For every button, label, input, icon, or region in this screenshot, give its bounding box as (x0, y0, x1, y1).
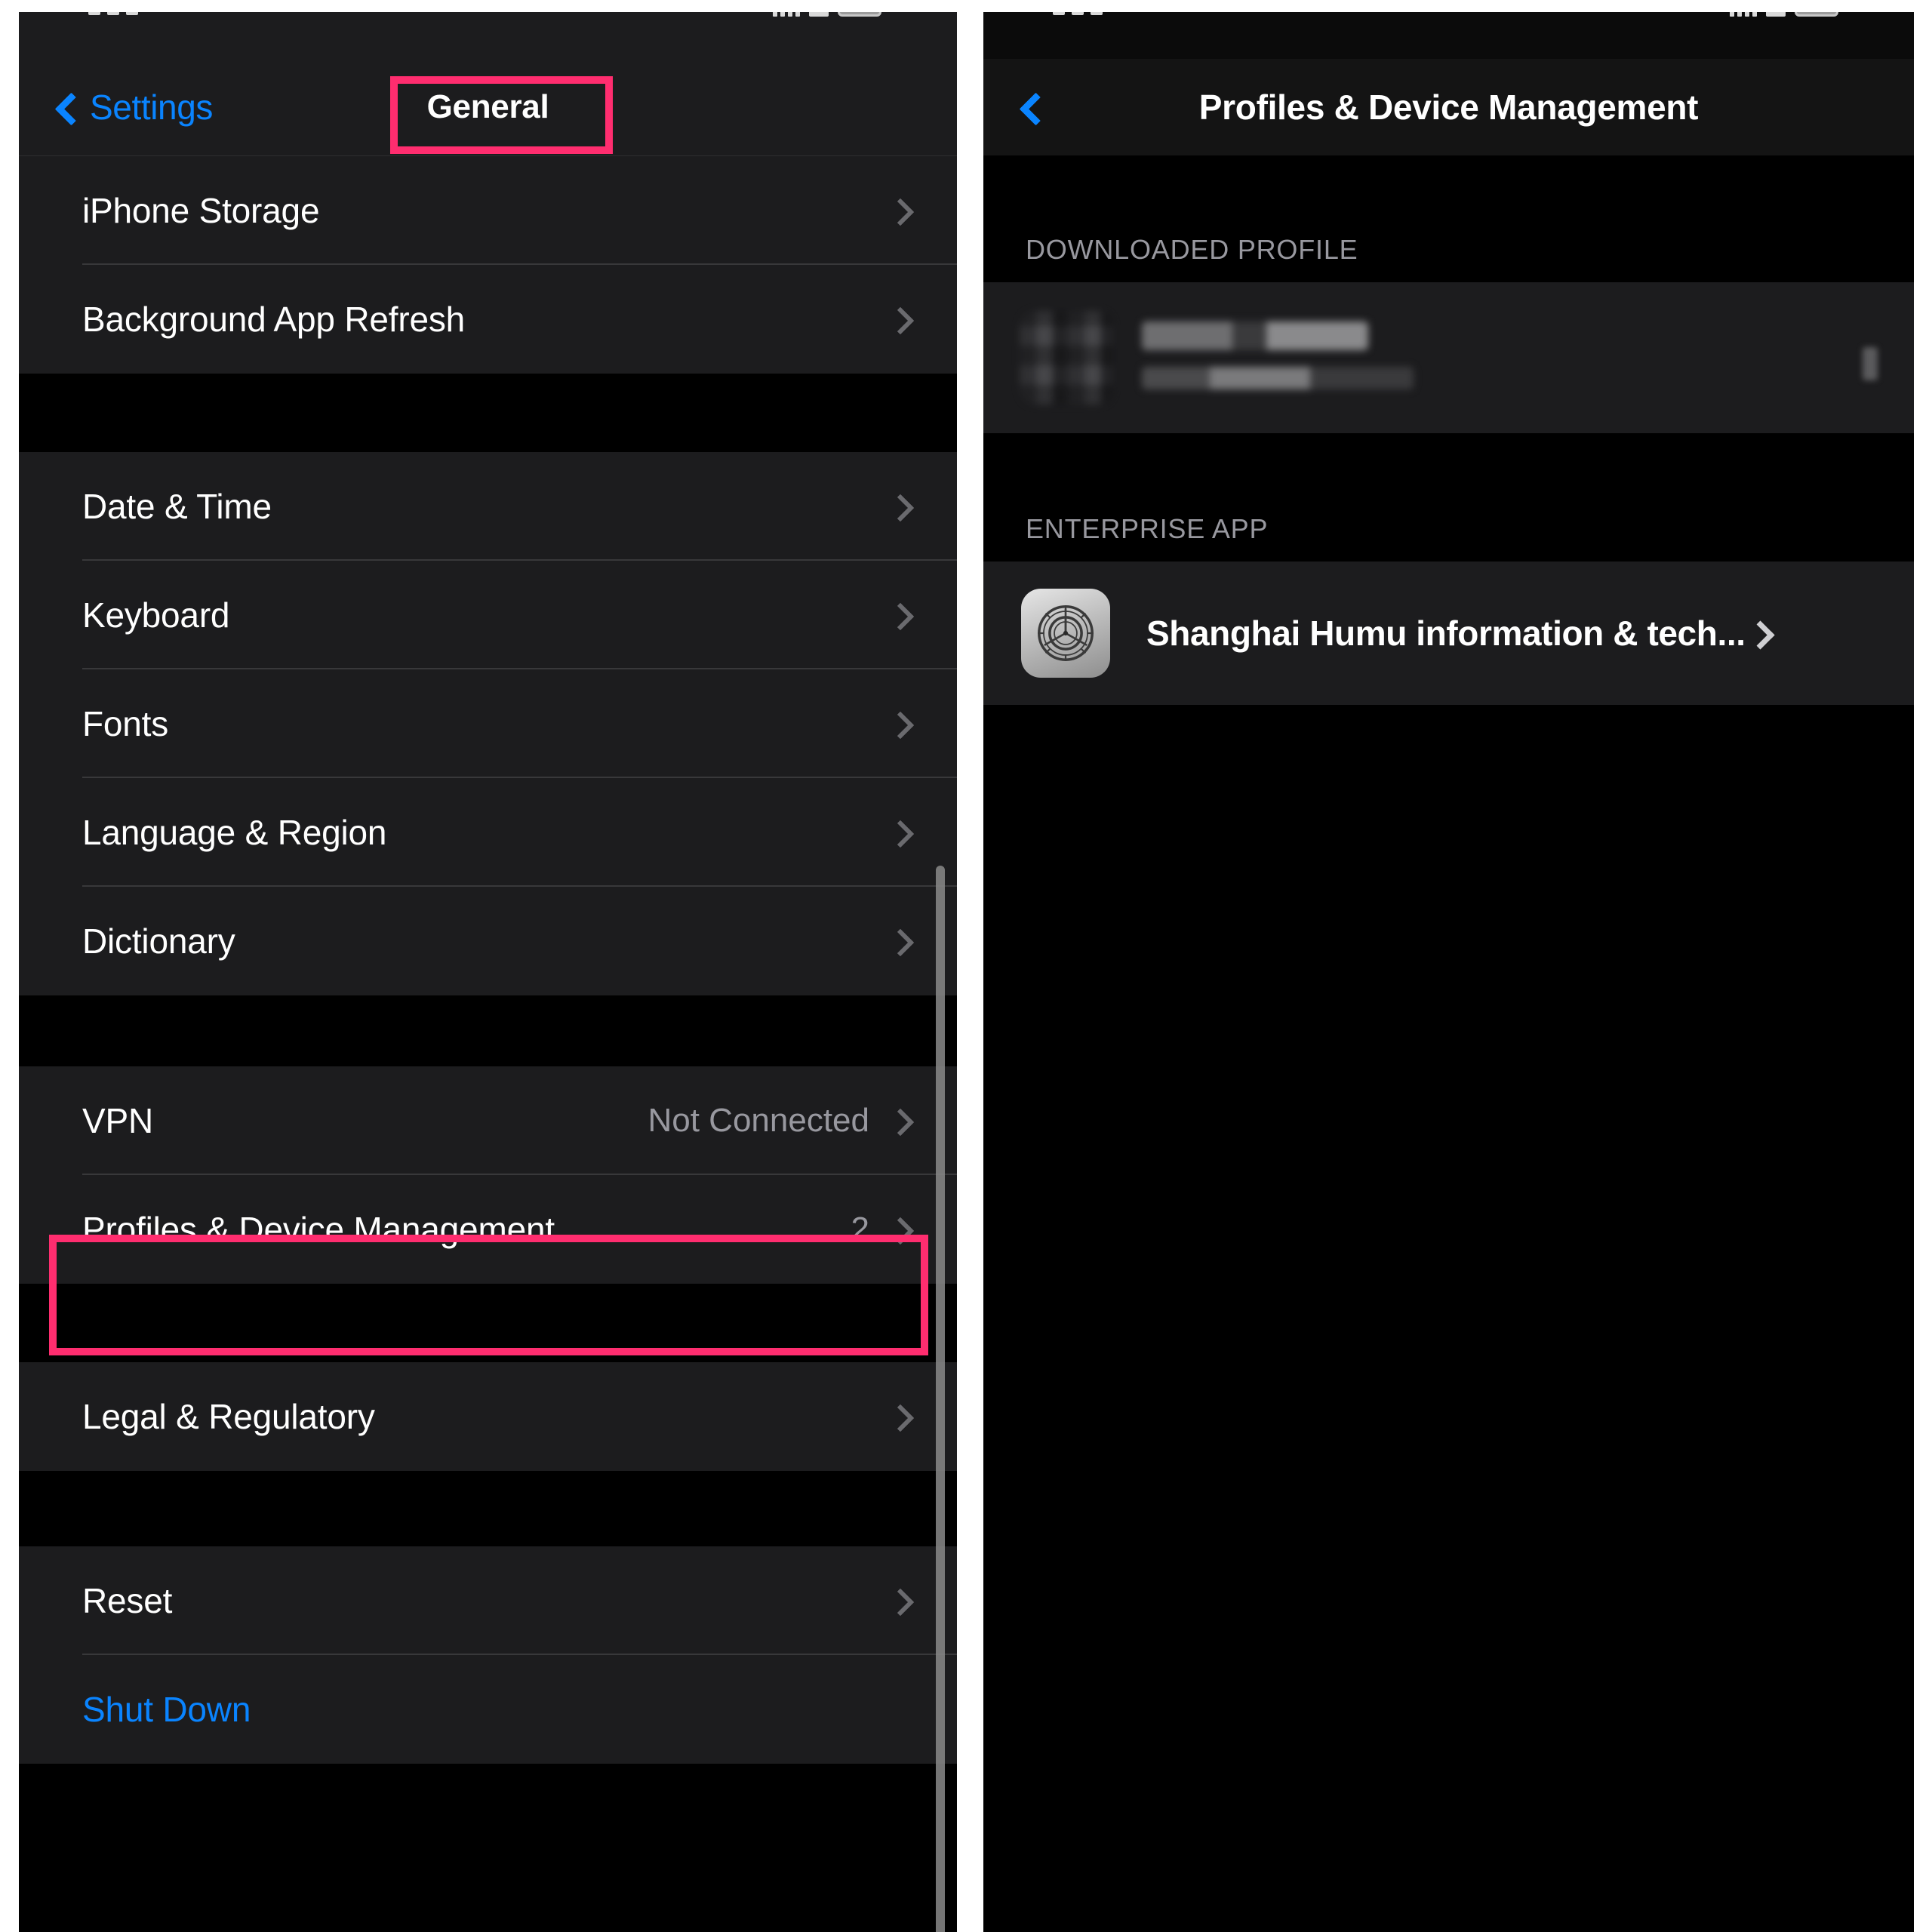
settings-group-reset: Reset Shut Down (19, 1546, 957, 1764)
chevron-right-icon (1863, 347, 1878, 380)
chevron-right-icon (889, 1591, 909, 1611)
battery-icon (838, 12, 881, 17)
vertical-scrollbar[interactable] (936, 866, 945, 1932)
row-label: Shut Down (82, 1690, 251, 1729)
chevron-right-icon (889, 823, 909, 842)
chevron-right-icon (889, 309, 909, 329)
page-title-profiles-device-management: Profiles & Device Management (1198, 88, 1699, 127)
chevron-right-icon (889, 1111, 909, 1131)
row-date-and-time[interactable]: Date & Time (19, 452, 957, 561)
battery-icon (1795, 12, 1838, 17)
profile-subtitle-redacted (1142, 367, 1414, 389)
chevron-right-icon (889, 497, 909, 516)
chevron-right-icon (889, 714, 909, 734)
status-bar-indicators (1730, 12, 1838, 17)
chevron-right-icon (889, 931, 909, 951)
row-label: Reset (82, 1581, 173, 1620)
row-iphone-storage[interactable]: iPhone Storage (19, 156, 957, 265)
status-bar-right (983, 12, 1914, 59)
navigation-bar-profiles: Profiles & Device Management (983, 59, 1914, 155)
row-legal-and-regulatory[interactable]: Legal & Regulatory (19, 1362, 957, 1471)
profiles-list-scroll[interactable]: DOWNLOADED PROFILE ENTERPRISE APP Shangh… (983, 155, 1914, 1932)
section-header-enterprise-app: ENTERPRISE APP (983, 513, 1914, 561)
back-button-general[interactable] (1018, 94, 1054, 120)
row-label: Fonts (82, 704, 169, 743)
group-gap (19, 1471, 957, 1546)
chevron-right-icon (1749, 623, 1768, 643)
profile-name-redacted (1142, 321, 1368, 350)
row-background-app-refresh[interactable]: Background App Refresh (19, 265, 957, 374)
status-bar-indicators (773, 12, 881, 17)
row-label: Profiles & Device Management (82, 1210, 555, 1249)
left-phone-screen: Settings General iPhone Storage Backgrou… (19, 12, 957, 1932)
back-button-settings[interactable]: Settings (54, 87, 213, 128)
chevron-left-icon (54, 94, 79, 120)
wifi-icon (1766, 12, 1786, 17)
row-vpn[interactable]: VPN Not Connected (19, 1066, 957, 1175)
row-language-and-region[interactable]: Language & Region (19, 778, 957, 887)
group-gap (19, 374, 957, 452)
chevron-right-icon (889, 605, 909, 625)
row-label: Date & Time (82, 487, 272, 526)
cellular-signal-icon (773, 12, 800, 17)
status-bar-left (19, 12, 957, 59)
profile-avatar-redacted (1020, 311, 1113, 405)
row-label: VPN (82, 1101, 153, 1140)
status-bar-time (88, 12, 138, 15)
settings-group-management: VPN Not Connected Profiles & Device Mana… (19, 1066, 957, 1284)
row-label: Background App Refresh (82, 300, 466, 339)
settings-group-storage: iPhone Storage Background App Refresh (19, 156, 957, 374)
row-enterprise-app[interactable]: Shanghai Humu information & tech... (983, 561, 1914, 705)
row-label: iPhone Storage (82, 191, 320, 230)
chevron-left-icon (1018, 94, 1044, 120)
status-bar-time (1053, 12, 1103, 15)
empty-list-area (983, 705, 1914, 1761)
row-fonts[interactable]: Fonts (19, 669, 957, 778)
settings-list-scroll[interactable]: iPhone Storage Background App Refresh Da… (19, 156, 957, 1932)
group-gap (19, 995, 957, 1066)
row-downloaded-profile[interactable] (983, 282, 1914, 433)
navigation-bar-general: Settings General (19, 59, 957, 156)
row-keyboard[interactable]: Keyboard (19, 561, 957, 669)
row-label: Language & Region (82, 813, 387, 852)
section-header-downloaded-profile: DOWNLOADED PROFILE (983, 234, 1914, 282)
settings-group-localization: Date & Time Keyboard Fonts Language & Re… (19, 452, 957, 995)
bottom-gap (19, 1764, 957, 1869)
wifi-icon (809, 12, 829, 17)
row-label: Dictionary (82, 921, 235, 961)
row-label: Legal & Regulatory (82, 1397, 375, 1436)
enterprise-app-name: Shanghai Humu information & tech... (1146, 614, 1746, 653)
settings-group-legal: Legal & Regulatory (19, 1362, 957, 1471)
row-profiles-and-device-management[interactable]: Profiles & Device Management 2 (19, 1175, 957, 1284)
row-reset[interactable]: Reset (19, 1546, 957, 1655)
profiles-count-badge: 2 (851, 1211, 869, 1247)
gear-icon (1021, 589, 1110, 678)
group-gap (19, 1284, 957, 1362)
screenshot-canvas: Settings General iPhone Storage Backgrou… (0, 0, 1932, 1932)
chevron-right-icon (889, 1220, 909, 1239)
right-phone-screen: Profiles & Device Management DOWNLOADED … (983, 12, 1914, 1932)
vpn-status-value: Not Connected (648, 1102, 869, 1139)
chevron-right-icon (889, 201, 909, 220)
cellular-signal-icon (1730, 12, 1757, 17)
section-gap (983, 433, 1914, 513)
section-spacer (983, 155, 1914, 234)
chevron-right-icon (889, 1407, 909, 1426)
row-dictionary[interactable]: Dictionary (19, 887, 957, 995)
row-label: Keyboard (82, 595, 230, 635)
row-shut-down[interactable]: Shut Down (19, 1655, 957, 1764)
back-button-label: Settings (90, 88, 214, 127)
